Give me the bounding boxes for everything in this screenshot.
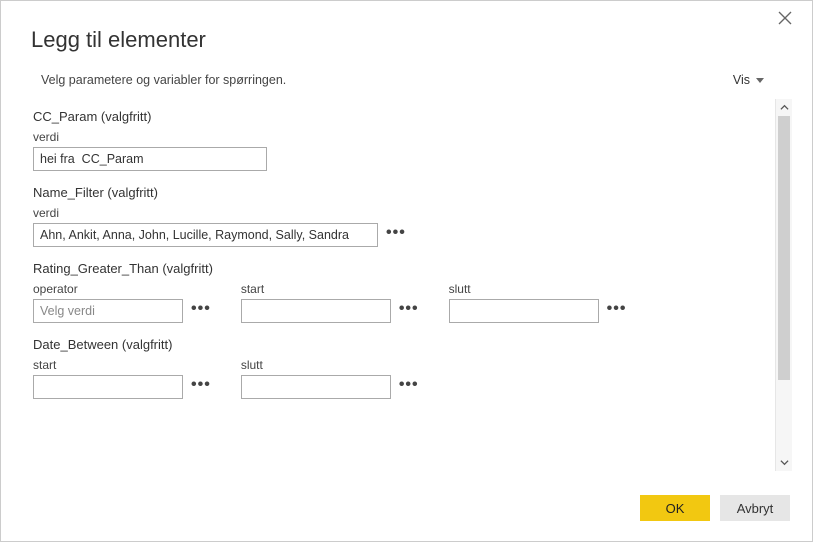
field-label-rating-operator: operator bbox=[33, 282, 211, 296]
dialog-toolbar: Velg parametere og variabler for spørrin… bbox=[1, 59, 812, 93]
group-title-rating-gt: Rating_Greater_Than (valgfritt) bbox=[33, 261, 761, 276]
group-date-between: Date_Between (valgfritt) start ••• slutt bbox=[33, 337, 761, 399]
ellipsis-icon[interactable]: ••• bbox=[399, 379, 419, 395]
group-title-name-filter: Name_Filter (valgfritt) bbox=[33, 185, 761, 200]
ellipsis-icon[interactable]: ••• bbox=[191, 379, 211, 395]
date-start-input[interactable] bbox=[33, 375, 183, 399]
ellipsis-icon[interactable]: ••• bbox=[191, 303, 211, 319]
group-name-filter: Name_Filter (valgfritt) verdi ••• bbox=[33, 185, 761, 247]
dialog-footer: OK Avbryt bbox=[1, 481, 812, 541]
group-title-date-between: Date_Between (valgfritt) bbox=[33, 337, 761, 352]
scroll-down-icon[interactable] bbox=[776, 454, 793, 471]
form-body: CC_Param (valgfritt) verdi Name_Filter (… bbox=[31, 99, 775, 471]
group-title-cc-param: CC_Param (valgfritt) bbox=[33, 109, 761, 124]
scrollbar-track[interactable] bbox=[776, 116, 792, 454]
dialog-title: Legg til elementer bbox=[1, 1, 812, 59]
view-dropdown-label: Vis bbox=[733, 73, 750, 87]
form-scroll-area: CC_Param (valgfritt) verdi Name_Filter (… bbox=[31, 99, 792, 471]
field-label-cc-param-value: verdi bbox=[33, 130, 761, 144]
vertical-scrollbar[interactable] bbox=[775, 99, 792, 471]
field-label-date-start: start bbox=[33, 358, 211, 372]
ellipsis-icon[interactable]: ••• bbox=[386, 227, 406, 243]
scrollbar-thumb[interactable] bbox=[778, 116, 790, 380]
add-elements-dialog: Legg til elementer Velg parametere og va… bbox=[0, 0, 813, 542]
rating-operator-input[interactable] bbox=[33, 299, 183, 323]
field-label-name-filter-value: verdi bbox=[33, 206, 761, 220]
name-filter-value-input[interactable] bbox=[33, 223, 378, 247]
group-cc-param: CC_Param (valgfritt) verdi bbox=[33, 109, 761, 171]
dialog-subtitle: Velg parametere og variabler for spørrin… bbox=[41, 73, 286, 87]
close-icon[interactable] bbox=[778, 11, 798, 31]
cancel-button[interactable]: Avbryt bbox=[720, 495, 790, 521]
field-label-rating-end: slutt bbox=[449, 282, 627, 296]
chevron-down-icon bbox=[756, 78, 764, 83]
view-dropdown[interactable]: Vis bbox=[733, 73, 764, 87]
field-label-rating-start: start bbox=[241, 282, 419, 296]
ellipsis-icon[interactable]: ••• bbox=[607, 303, 627, 319]
cc-param-value-input[interactable] bbox=[33, 147, 267, 171]
field-label-date-end: slutt bbox=[241, 358, 419, 372]
ok-button[interactable]: OK bbox=[640, 495, 710, 521]
ellipsis-icon[interactable]: ••• bbox=[399, 303, 419, 319]
scroll-up-icon[interactable] bbox=[776, 99, 793, 116]
rating-end-input[interactable] bbox=[449, 299, 599, 323]
rating-start-input[interactable] bbox=[241, 299, 391, 323]
date-end-input[interactable] bbox=[241, 375, 391, 399]
group-rating-gt: Rating_Greater_Than (valgfritt) operator… bbox=[33, 261, 761, 323]
